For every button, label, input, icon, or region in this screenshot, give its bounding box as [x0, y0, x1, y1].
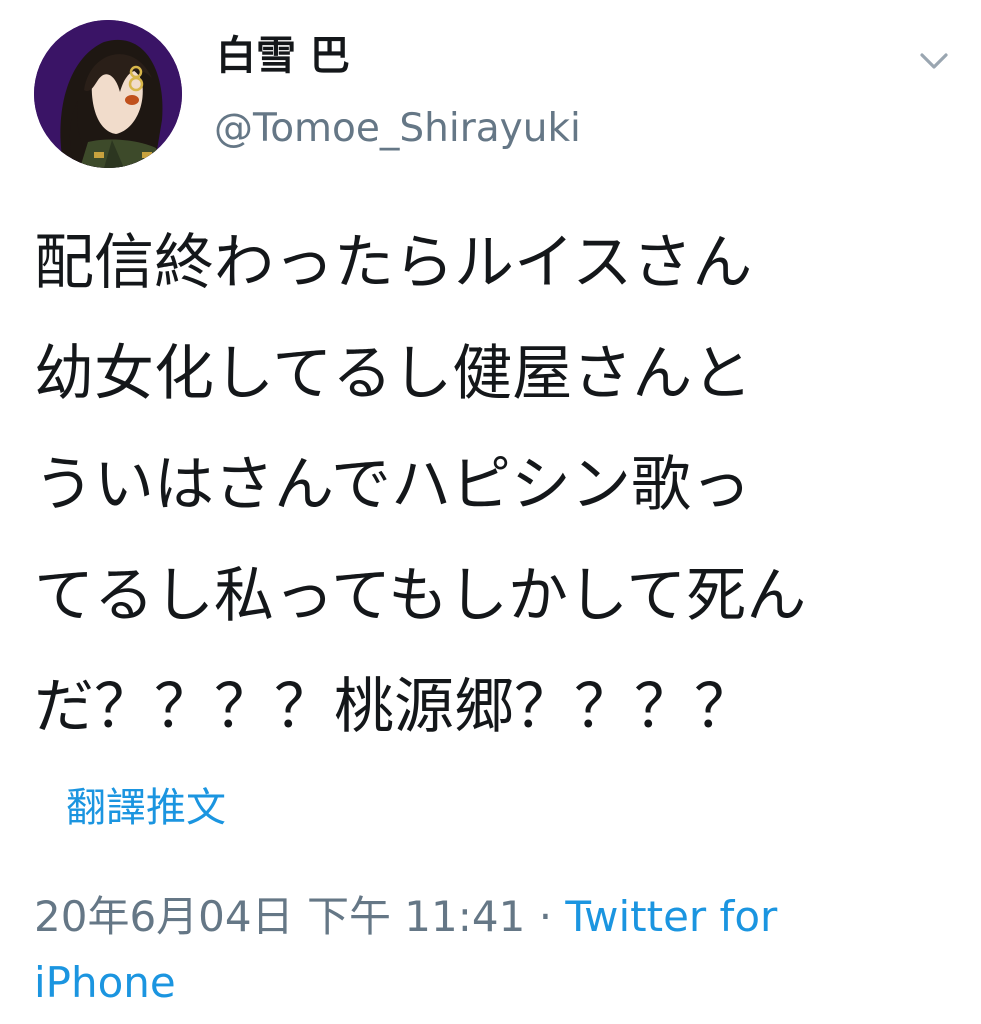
tweet-timestamp[interactable]: 20年6月04日 下午 11:41 [34, 892, 525, 941]
user-avatar[interactable] [34, 20, 182, 168]
user-handle[interactable]: @Tomoe_Shirayuki [214, 107, 581, 151]
tweet-source-link-continued[interactable]: iPhone [34, 958, 176, 1007]
tweet-text-line: 幼女化してるし健屋さんと [34, 339, 753, 409]
translate-tweet-link[interactable]: 翻譯推文 [66, 784, 226, 832]
meta-separator: · [525, 892, 566, 941]
tweet-meta: 20年6月04日 下午 11:41 · Twitter for iPhone [34, 884, 934, 1016]
tweet-text-line: 配信終わったらルイスさん [34, 228, 753, 298]
chevron-down-icon[interactable] [914, 46, 954, 76]
tweet-source-link[interactable]: Twitter for [565, 892, 777, 941]
tweet-card: 白雪 巴 @Tomoe_Shirayuki 配信終わったらルイスさん 幼女化して… [0, 0, 981, 1024]
avatar-illustration [34, 20, 182, 168]
tweet-text-line: てるし私ってもしかして死ん [34, 561, 807, 631]
display-name[interactable]: 白雪 巴 [216, 34, 350, 78]
tweet-text: 配信終わったらルイスさん 幼女化してるし健屋さんと ういはさんでハピシン歌っ て… [34, 208, 954, 763]
tweet-text-line: ういはさんでハピシン歌っ [34, 450, 751, 520]
tweet-text-line: だ？？？？桃源郷？？？？ [34, 672, 754, 742]
